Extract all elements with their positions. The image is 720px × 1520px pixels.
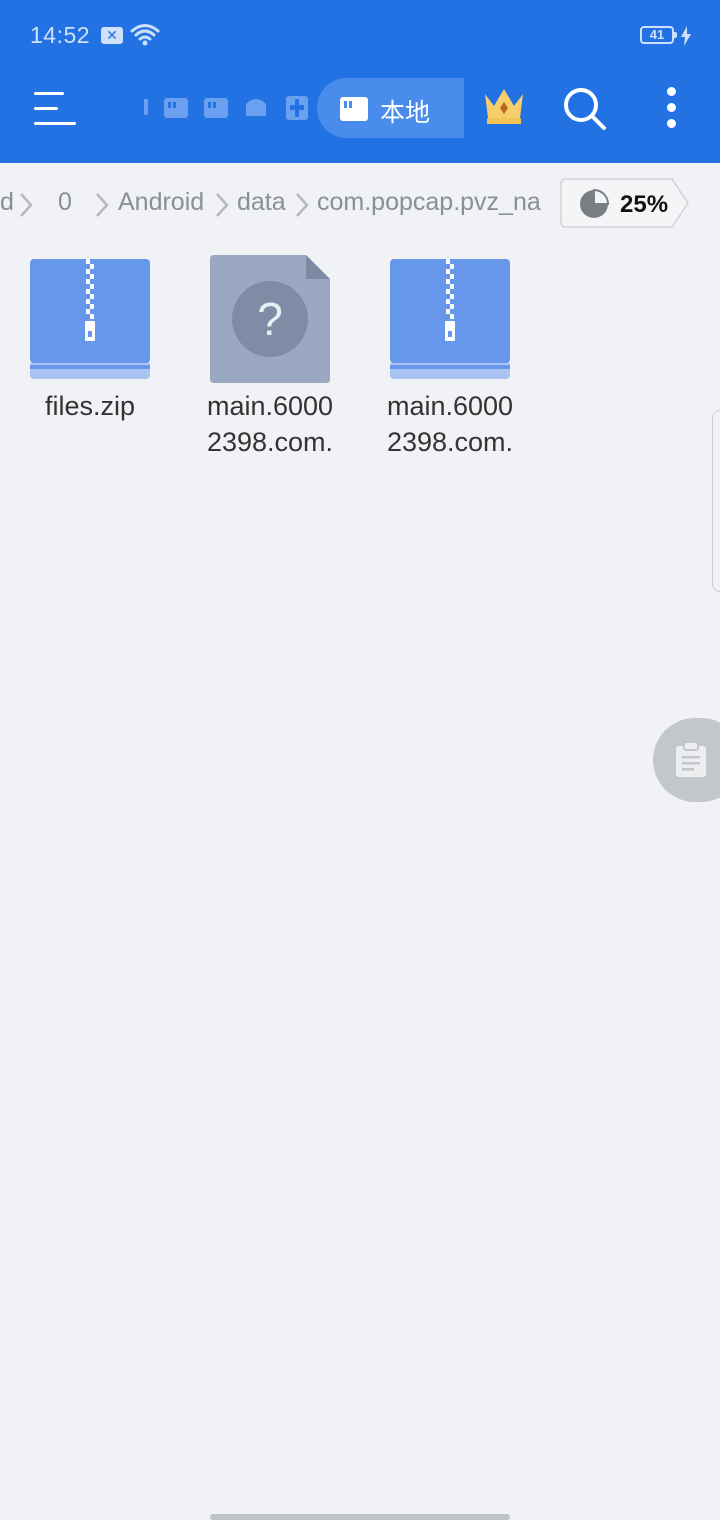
clipboard-icon (676, 742, 706, 777)
svg-text:?: ? (257, 293, 283, 345)
file-name: main.6000 2398.com. (180, 388, 360, 460)
menu-icon-line (34, 122, 76, 125)
chevron-right-icon (296, 193, 309, 217)
chevron-right-icon (96, 193, 109, 217)
top-app-bar: 14:52 ✕ 41 本地 (0, 0, 720, 163)
more-dot (667, 103, 676, 112)
storage-usage-badge[interactable]: 25% (560, 178, 689, 228)
storage-usage-percent: 25% (620, 191, 669, 218)
more-vertical-icon[interactable] (660, 86, 684, 130)
unknown-file-icon: ? (210, 255, 330, 383)
breadcrumb-item[interactable]: Android (118, 188, 204, 217)
breadcrumb-item-current[interactable]: com.popcap.pvz_na (317, 188, 541, 217)
file-name: files.zip (0, 388, 180, 424)
sd-card-icon (340, 97, 368, 121)
chevron-right-icon (20, 193, 33, 217)
status-time: 14:52 (30, 22, 91, 48)
more-dot (667, 87, 676, 96)
home-indicator[interactable] (210, 1514, 510, 1520)
file-name-line: main.6000 (386, 391, 514, 421)
battery-icon: 41 (640, 26, 677, 44)
vip-crown-icon[interactable] (482, 86, 526, 126)
file-name-line: 2398.com. (386, 427, 514, 457)
file-name-line: 2398.com. (206, 427, 334, 457)
breadcrumb-item[interactable]: data (237, 188, 286, 217)
file-name: main.6000 2398.com. (360, 388, 540, 460)
local-storage-tab[interactable]: 本地 (317, 78, 464, 138)
local-storage-label: 本地 (380, 98, 431, 127)
file-name-line: files.zip (44, 391, 136, 421)
breadcrumb: d 0 Android data com.popcap.pvz_na (0, 176, 560, 232)
clipboard-button[interactable] (653, 718, 720, 802)
menu-icon (34, 92, 64, 95)
search-icon[interactable] (562, 86, 608, 132)
menu-icon-line (34, 107, 58, 110)
wifi-icon (130, 24, 160, 46)
breadcrumb-item[interactable]: 0 (58, 188, 72, 217)
charging-bolt-icon (681, 26, 691, 46)
storage-shortcuts (144, 96, 308, 120)
menu-button[interactable] (34, 90, 78, 126)
zip-file-icon (390, 259, 510, 379)
chevron-right-icon (216, 193, 229, 217)
file-name-line: main.6000 (206, 391, 334, 421)
pie-chart-icon (580, 188, 610, 218)
breadcrumb-item[interactable]: d (0, 188, 14, 217)
zip-file-icon (30, 259, 150, 379)
side-panel-handle[interactable] (712, 410, 720, 592)
more-dot (667, 119, 676, 128)
notification-x-icon: ✕ (101, 27, 123, 44)
